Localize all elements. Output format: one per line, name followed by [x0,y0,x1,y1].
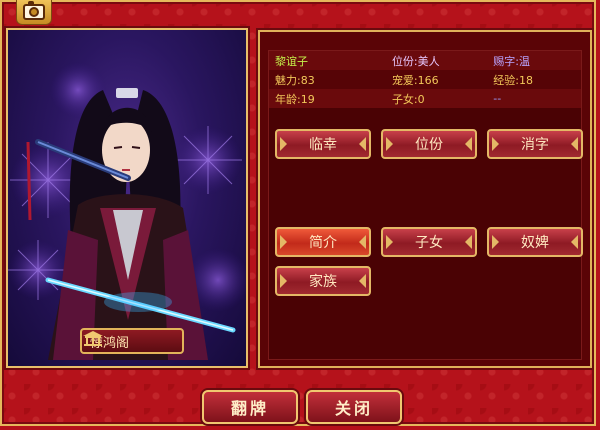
family-tab[interactable]: 家族 [275,266,371,296]
stat-rank: 位份:美人 [391,54,440,68]
favor-button[interactable]: 临幸 [275,129,371,159]
close-button[interactable]: 关闭 [306,390,402,424]
stat-empty: -- [493,92,502,105]
info-panel-inner: 黎谊子 位份:美人 赐字:温 魅力:83 宠爱:166 经验:18 年龄:19 … [268,50,583,360]
intro-tab[interactable]: 简介 [275,227,371,257]
camera-button[interactable] [16,0,52,25]
stat-honorific: 赐字:温 [493,54,530,68]
stat-row: 年龄:19 子女:0 -- [269,89,581,108]
info-panel: 黎谊子 位份:美人 赐字:温 魅力:83 宠爱:166 经验:18 年龄:19 … [258,30,592,368]
stat-children: 子女:0 [391,92,425,106]
stat-charm: 魅力:83 [275,73,315,87]
character-portrait: 惊鸿阁 [6,28,248,368]
stat-age: 年龄:19 [275,92,315,106]
location-badge[interactable]: 惊鸿阁 [80,328,184,354]
stat-row: 黎谊子 位份:美人 赐字:温 [269,51,581,70]
stats-table: 黎谊子 位份:美人 赐字:温 魅力:83 宠爱:166 经验:18 年龄:19 … [269,51,581,108]
stat-row: 魅力:83 宠爱:166 经验:18 [269,70,581,89]
remove-title-button[interactable]: 消字 [487,129,583,159]
pavilion-icon [83,331,103,346]
portrait-illustration [8,62,246,360]
stat-favor: 宠爱:166 [391,73,439,87]
flip-card-button[interactable]: 翻牌 [202,390,298,424]
children-tab[interactable]: 子女 [381,227,477,257]
servants-tab[interactable]: 奴婢 [487,227,583,257]
camera-icon [23,1,45,20]
stat-experience: 经验:18 [493,73,533,87]
consort-name: 黎谊子 [275,54,308,68]
rank-button[interactable]: 位份 [381,129,477,159]
